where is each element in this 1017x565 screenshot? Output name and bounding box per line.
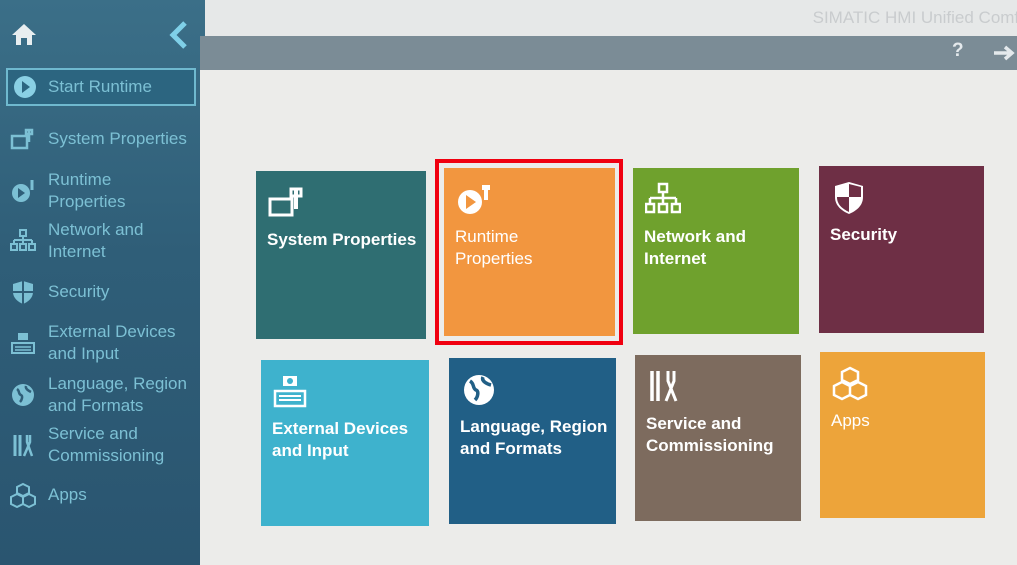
play-icon bbox=[14, 76, 36, 98]
tile-label: External Devices and Input bbox=[272, 419, 409, 460]
sidebar-item-external-devices[interactable]: External Devices and Input bbox=[0, 320, 205, 366]
tile-apps[interactable]: Apps bbox=[820, 352, 985, 518]
sidebar-item-label: Service and Commissioning bbox=[48, 424, 165, 465]
tile-network-and-internet[interactable]: Network and Internet bbox=[633, 168, 799, 334]
sidebar-item-label: External Devices and Input bbox=[48, 322, 176, 363]
sidebar-item-system-properties[interactable]: System Properties bbox=[0, 126, 205, 152]
apps-icon bbox=[10, 482, 36, 508]
sidebar-item-network[interactable]: Network and Internet bbox=[0, 218, 205, 264]
home-icon[interactable] bbox=[10, 20, 38, 48]
tile-label: Network and Internet bbox=[644, 227, 747, 268]
apps-icon bbox=[832, 366, 868, 401]
start-runtime-button[interactable]: Start Runtime bbox=[6, 68, 196, 106]
external-devices-icon bbox=[11, 333, 35, 354]
sidebar-item-label: Network and Internet bbox=[48, 220, 144, 261]
sidebar-item-label: Language, Region and Formats bbox=[48, 374, 187, 415]
sidebar-item-runtime-properties[interactable]: Runtime Properties bbox=[0, 168, 205, 214]
system-properties-icon bbox=[10, 128, 34, 150]
top-toolbar bbox=[200, 36, 1017, 70]
tile-language-region[interactable]: Language, Region and Formats bbox=[449, 358, 616, 524]
shield-icon bbox=[835, 182, 863, 214]
tools-icon bbox=[650, 371, 678, 402]
system-properties-icon bbox=[268, 187, 303, 217]
tile-label: Language, Region and Formats bbox=[460, 417, 608, 458]
sidebar: Start Runtime System Properties Runtime … bbox=[0, 0, 205, 565]
sidebar-item-service[interactable]: Service and Commissioning bbox=[0, 422, 205, 468]
tools-icon bbox=[13, 435, 34, 457]
sidebar-header bbox=[0, 0, 205, 64]
sidebar-item-security[interactable]: Security bbox=[0, 279, 205, 305]
app-title: SIMATIC HMI Unified Comfort bbox=[812, 8, 1017, 27]
tile-label: Service and Commissioning bbox=[646, 414, 774, 455]
external-devices-icon bbox=[273, 376, 307, 408]
tile-system-properties[interactable]: System Properties bbox=[256, 171, 426, 339]
sidebar-item-label: Security bbox=[48, 282, 110, 301]
logout-arrow-icon[interactable] bbox=[992, 44, 1017, 62]
shield-icon bbox=[13, 281, 33, 304]
network-icon bbox=[10, 229, 36, 251]
tile-security[interactable]: Security bbox=[819, 166, 984, 333]
globe-icon bbox=[12, 384, 34, 406]
sidebar-item-language[interactable]: Language, Region and Formats bbox=[0, 372, 205, 418]
highlight-box bbox=[435, 159, 623, 345]
sidebar-item-label: Apps bbox=[48, 485, 87, 504]
runtime-properties-icon bbox=[12, 180, 34, 202]
tile-external-devices[interactable]: External Devices and Input bbox=[261, 360, 429, 526]
network-icon bbox=[645, 182, 681, 214]
tile-label: Apps bbox=[831, 411, 870, 430]
sidebar-item-label: Runtime Properties bbox=[48, 170, 126, 211]
title-strip: SIMATIC HMI Unified Comfort bbox=[205, 0, 1017, 36]
sidebar-item-label: System Properties bbox=[48, 129, 187, 148]
start-runtime-label: Start Runtime bbox=[48, 77, 152, 96]
tile-service-commissioning[interactable]: Service and Commissioning bbox=[635, 355, 801, 521]
collapse-chevron-icon[interactable] bbox=[168, 20, 190, 50]
tile-label: Security bbox=[830, 225, 898, 244]
globe-icon bbox=[464, 375, 494, 405]
tile-label: System Properties bbox=[267, 230, 417, 249]
sidebar-item-apps[interactable]: Apps bbox=[0, 482, 205, 508]
help-icon[interactable]: ? bbox=[952, 40, 964, 62]
